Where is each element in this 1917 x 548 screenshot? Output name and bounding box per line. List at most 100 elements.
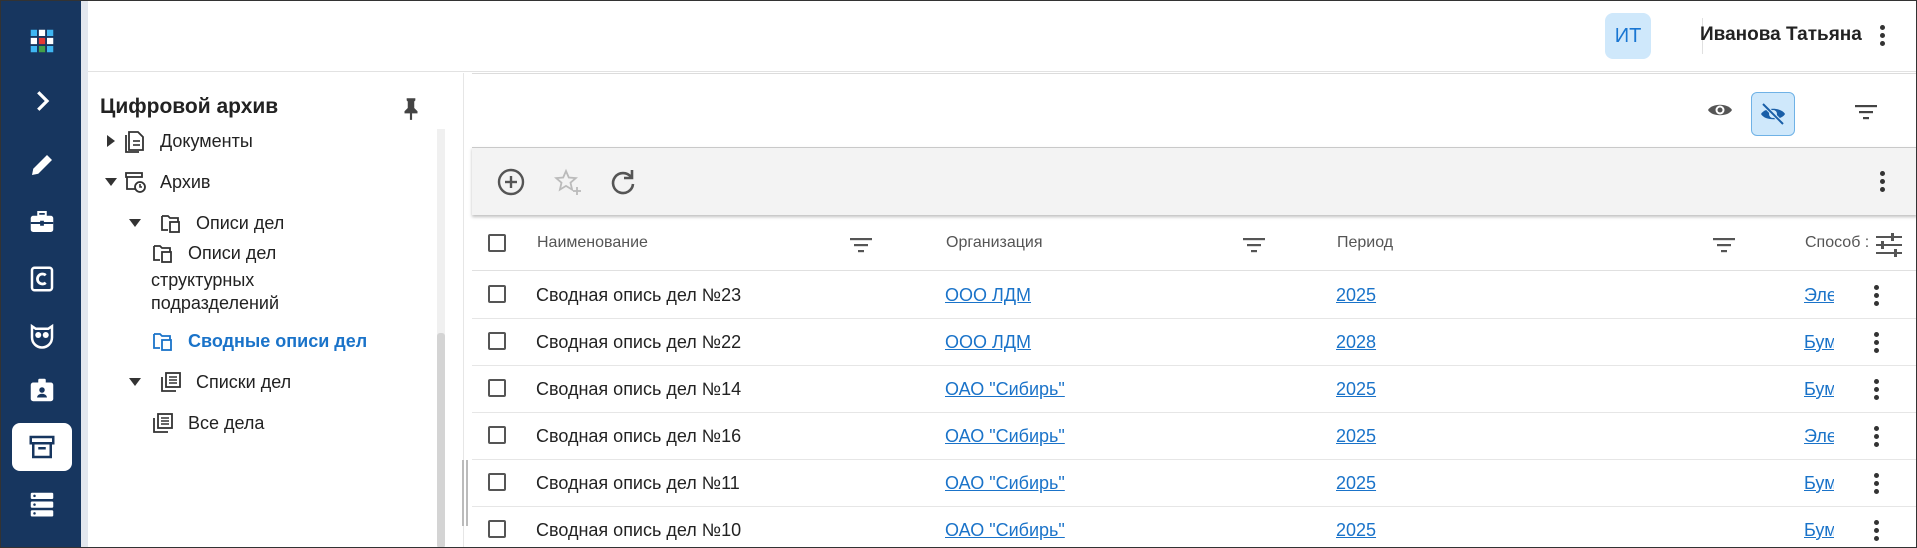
cell-name: Сводная опись дел №23	[536, 285, 742, 305]
tree-label: Сводные описи дел	[188, 330, 368, 351]
tree-item-all-cases[interactable]: Все дела	[150, 410, 264, 436]
eye-icon[interactable]	[1704, 94, 1736, 126]
table-row[interactable]: Сводная опись дел №14 ОАО "Сибирь" 2025 Бум…	[472, 366, 1917, 413]
row-more-icon[interactable]	[1864, 470, 1888, 498]
caret-down-icon[interactable]	[124, 212, 146, 234]
tree-label: Документы	[160, 130, 253, 151]
column-header-method[interactable]: Способ :	[1805, 234, 1869, 252]
table-header: Наименование Организация Период Способ :	[472, 217, 1917, 271]
tree-item-inventories[interactable]: Описи дел	[124, 210, 284, 236]
row-checkbox[interactable]	[488, 520, 506, 538]
toolbox-icon[interactable]	[12, 198, 72, 246]
caret-right-icon[interactable]	[100, 130, 122, 152]
expand-chevron-icon[interactable]	[12, 77, 72, 125]
document-icon	[122, 128, 148, 154]
column-header-period[interactable]: Период	[1337, 234, 1393, 252]
owl-icon[interactable]	[12, 311, 72, 359]
column-header-organization[interactable]: Организация	[946, 234, 1043, 252]
row-checkbox[interactable]	[488, 426, 506, 444]
tree-item-dept-inventories[interactable]: Описи дел	[150, 240, 276, 266]
cell-name: Сводная опись дел №22	[536, 332, 742, 352]
tree-label-line: подразделений	[151, 293, 280, 313]
navigation-rail	[0, 0, 81, 548]
cell-method-link[interactable]: Электронный	[1804, 285, 1834, 306]
toolbar-more-icon[interactable]	[1870, 168, 1894, 196]
cell-organization-link[interactable]: ООО ЛДМ	[945, 332, 1031, 353]
folder-copy-icon	[150, 240, 176, 266]
row-more-icon[interactable]	[1864, 329, 1888, 357]
cell-method-link[interactable]: Бумажный	[1804, 332, 1834, 353]
sidebar: Цифровой архив Документы Архив Описи дел…	[88, 73, 464, 548]
table-row[interactable]: Сводная опись дел №11 ОАО "Сибирь" 2025 Бум…	[472, 460, 1917, 507]
c-letter-icon[interactable]	[12, 255, 72, 303]
column-filter-icon[interactable]	[1242, 233, 1266, 257]
table-row[interactable]: Сводная опись дел №16 ОАО "Сибирь" 2025 Эле…	[472, 413, 1917, 460]
tree-item-case-lists[interactable]: Списки дел	[124, 369, 291, 395]
edit-pencil-icon[interactable]	[12, 141, 72, 189]
header-more-icon[interactable]	[1870, 22, 1894, 50]
cell-method-link[interactable]: Бумажный	[1804, 473, 1834, 494]
cell-organization-link[interactable]: ОАО "Сибирь"	[945, 473, 1065, 494]
caret-down-icon[interactable]	[100, 171, 122, 193]
tree-label: Все дела	[188, 412, 265, 433]
cell-method-link[interactable]: Бумажный	[1804, 379, 1834, 400]
folder-copy-icon	[158, 210, 184, 236]
cell-organization-link[interactable]: ОАО "Сибирь"	[945, 520, 1065, 541]
pin-icon[interactable]	[398, 93, 424, 123]
cell-method-link[interactable]: Электронный	[1804, 426, 1834, 447]
tree-label: Описи дел	[188, 242, 277, 263]
row-more-icon[interactable]	[1864, 517, 1888, 545]
main-content: Наименование Организация Период Способ :…	[472, 73, 1917, 548]
tree-label: Описи дел	[196, 212, 285, 233]
tree-item-documents[interactable]: Документы	[100, 128, 253, 154]
cell-name: Сводная опись дел №11	[536, 473, 740, 493]
apps-grid-icon[interactable]	[12, 17, 72, 65]
table-row[interactable]: Сводная опись дел №22 ООО ЛДМ 2028 Бумажный	[472, 319, 1917, 366]
cell-name: Сводная опись дел №14	[536, 379, 742, 399]
row-more-icon[interactable]	[1864, 282, 1888, 310]
badge-icon[interactable]	[12, 366, 72, 414]
avatar[interactable]: ИТ	[1605, 13, 1651, 59]
column-settings-icon[interactable]	[1873, 229, 1905, 261]
view-bar	[472, 73, 1917, 147]
row-more-icon[interactable]	[1864, 423, 1888, 451]
cell-organization-link[interactable]: ОАО "Сибирь"	[945, 379, 1065, 400]
panel-resize-handle[interactable]	[461, 458, 471, 528]
cell-organization-link[interactable]: ОАО "Сибирь"	[945, 426, 1065, 447]
cell-period-link[interactable]: 2025	[1336, 473, 1376, 494]
filter-icon[interactable]	[1850, 96, 1882, 128]
cell-organization-link[interactable]: ООО ЛДМ	[945, 285, 1031, 306]
eye-off-icon[interactable]	[1751, 92, 1795, 136]
cell-period-link[interactable]: 2028	[1336, 332, 1376, 353]
column-filter-icon[interactable]	[849, 233, 873, 257]
table-row[interactable]: Сводная опись дел №10 ОАО "Сибирь" 2025 Бум…	[472, 507, 1917, 548]
refresh-icon[interactable]	[606, 165, 640, 199]
archive-box-icon[interactable]	[12, 423, 72, 471]
tree-item-summary-inventories[interactable]: Сводные описи дел	[150, 328, 367, 354]
row-checkbox[interactable]	[488, 379, 506, 397]
cell-period-link[interactable]: 2025	[1336, 520, 1376, 541]
tree-item-archive[interactable]: Архив	[100, 169, 210, 195]
column-filter-icon[interactable]	[1712, 233, 1736, 257]
table-row[interactable]: Сводная опись дел №23 ООО ЛДМ 2025 Электрон…	[472, 272, 1917, 319]
folder-copy-icon	[150, 328, 176, 354]
cell-name: Сводная опись дел №16	[536, 426, 742, 446]
add-favorite-star-icon[interactable]	[551, 165, 585, 199]
user-name[interactable]: Иванова Татьяна	[1700, 24, 1862, 46]
cell-period-link[interactable]: 2025	[1336, 426, 1376, 447]
row-checkbox[interactable]	[488, 332, 506, 350]
row-checkbox[interactable]	[488, 473, 506, 491]
row-checkbox[interactable]	[488, 285, 506, 303]
cell-period-link[interactable]: 2025	[1336, 379, 1376, 400]
cell-period-link[interactable]: 2025	[1336, 285, 1376, 306]
sidebar-scrollbar-thumb[interactable]	[437, 333, 445, 548]
list-stack-icon	[150, 410, 176, 436]
cell-method-link[interactable]: Бумажный	[1804, 520, 1834, 541]
tree-label: Архив	[160, 171, 211, 192]
column-header-name[interactable]: Наименование	[537, 234, 648, 252]
select-all-checkbox[interactable]	[488, 234, 506, 252]
row-more-icon[interactable]	[1864, 376, 1888, 404]
storage-icon[interactable]	[12, 480, 72, 528]
caret-down-icon[interactable]	[124, 371, 146, 393]
add-circle-icon[interactable]	[494, 165, 528, 199]
